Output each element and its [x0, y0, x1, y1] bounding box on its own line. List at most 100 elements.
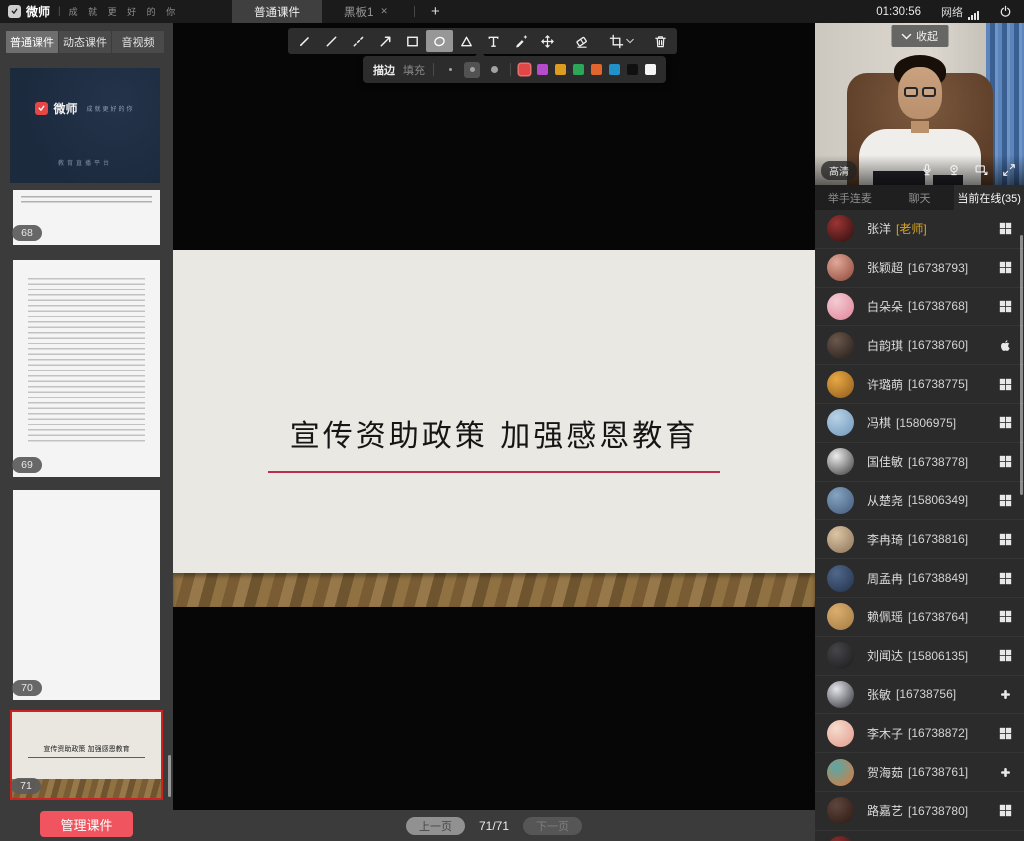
sidebar-tab-dynamic[interactable]: 动态课件 — [59, 31, 111, 53]
stroke-size-options — [442, 62, 502, 78]
avatar — [827, 759, 854, 786]
tab-separator — [414, 6, 415, 17]
screen-share-icon[interactable] — [974, 163, 989, 177]
sidebar-scrollbar[interactable] — [168, 755, 171, 797]
cover-logo-icon — [35, 102, 48, 115]
user-id: [16738872] — [908, 726, 968, 740]
avatar — [827, 720, 854, 747]
thumbnail-page-69[interactable]: 69 — [13, 260, 160, 477]
user-id: [16738775] — [908, 377, 968, 391]
collapse-video-button[interactable]: 收起 — [891, 25, 948, 47]
thumbnail-page-68[interactable]: 68 — [13, 190, 160, 245]
mobile-device-icon — [999, 688, 1012, 701]
user-row[interactable]: 刘闻达 [15806135] — [815, 637, 1024, 676]
windows-icon — [999, 494, 1012, 507]
user-row[interactable]: 张洋 [老师] — [815, 210, 1024, 249]
text-tool[interactable] — [480, 30, 507, 52]
tab-online-users[interactable]: 当前在线(35) — [954, 185, 1024, 210]
microphone-icon[interactable] — [920, 163, 934, 177]
tab-blackboard-1[interactable]: 黑板1 ✕ — [322, 0, 410, 23]
device-icon-slot — [999, 766, 1012, 779]
user-name: 路嘉艺 — [867, 802, 903, 819]
new-tab-button[interactable]: + — [431, 3, 440, 20]
manage-courseware-button[interactable]: 管理课件 — [40, 811, 133, 837]
user-id: [16738756] — [896, 687, 956, 701]
ellipse-tool[interactable] — [426, 30, 453, 52]
color-swatch[interactable] — [645, 64, 656, 75]
rectangle-tool[interactable] — [399, 30, 426, 52]
screenshot-crop-tool[interactable] — [602, 30, 640, 52]
pen-tool[interactable] — [291, 30, 318, 52]
user-row[interactable]: 李木子 [16738872] — [815, 714, 1024, 753]
thumbnail-cover[interactable]: 微师 成就更好的你 教育直播平台 — [10, 68, 160, 183]
user-row[interactable]: 周孟冉 [16738849] — [815, 559, 1024, 598]
user-row[interactable]: 从楚尧 [15806349] — [815, 482, 1024, 521]
fill-label[interactable]: 填充 — [403, 62, 425, 78]
move-tool[interactable] — [534, 30, 561, 52]
user-row[interactable]: 白韵琪 [16738760] — [815, 326, 1024, 365]
marker-tool[interactable] — [507, 30, 534, 52]
color-swatch[interactable] — [573, 64, 584, 75]
eraser-tool[interactable] — [568, 30, 595, 52]
slide-canvas[interactable]: 宣传资助政策 加强感恩教育 — [173, 250, 815, 607]
user-id: [15806135] — [908, 649, 968, 663]
user-row[interactable]: 张颖超 [16738793] — [815, 249, 1024, 288]
user-row[interactable]: 赖佩瑶 [16738764] — [815, 598, 1024, 637]
color-swatch[interactable] — [537, 64, 548, 75]
thumbnail-page-71-selected[interactable]: 宣传资助政策 加强感恩教育 71 — [10, 710, 163, 800]
line-tool[interactable] — [318, 30, 345, 52]
color-swatch[interactable] — [627, 64, 638, 75]
user-id: [15806349] — [908, 493, 968, 507]
courseware-sidebar: 普通课件 动态课件 音视频 微师 成就更好的你 教育直播平台 68 69 70 — [0, 23, 173, 841]
user-row[interactable]: 李冉琦 [16738816] — [815, 520, 1024, 559]
user-row[interactable]: 贺海茹 [16738761] — [815, 753, 1024, 792]
thumbnail-underline — [28, 757, 144, 758]
cover-slogan: 成就更好的你 — [87, 104, 135, 113]
user-row[interactable]: 张敏 [16738756] — [815, 676, 1024, 715]
user-row[interactable]: 路嘉艺 [16738780] — [815, 792, 1024, 831]
thumbnail-page-70[interactable]: 70 — [13, 490, 160, 700]
user-row[interactable]: 冯棋 [15806975] — [815, 404, 1024, 443]
prev-page-button[interactable]: 上一页 — [406, 817, 465, 835]
size-small[interactable] — [442, 62, 458, 78]
color-swatches — [519, 64, 656, 75]
close-tab-icon[interactable]: ✕ — [380, 6, 388, 17]
stroke-label[interactable]: 描边 — [373, 62, 395, 78]
user-row[interactable]: 国佳敏 [16738778] — [815, 443, 1024, 482]
panel-tab-strip: 举手连麦 聊天 当前在线(35) — [815, 185, 1024, 210]
size-large[interactable] — [486, 62, 502, 78]
webcam-icon[interactable] — [947, 163, 961, 177]
color-swatch[interactable] — [519, 64, 530, 75]
user-row[interactable] — [815, 831, 1024, 841]
triangle-tool[interactable] — [453, 30, 480, 52]
teacher-glasses — [901, 87, 939, 98]
page-indicator: 71/71 — [479, 819, 509, 833]
dashed-line-tool[interactable] — [345, 30, 372, 52]
avatar — [827, 215, 854, 242]
size-medium[interactable] — [464, 62, 480, 78]
power-icon[interactable] — [999, 5, 1012, 18]
avatar — [827, 836, 854, 841]
user-row[interactable]: 白朵朵 [16738768] — [815, 288, 1024, 327]
sidebar-tab-normal[interactable]: 普通课件 — [6, 31, 58, 53]
color-swatch[interactable] — [609, 64, 620, 75]
color-swatch[interactable] — [591, 64, 602, 75]
avatar — [827, 409, 854, 436]
user-name: 周孟冉 — [867, 570, 903, 587]
next-page-button[interactable]: 下一页 — [523, 817, 582, 835]
sidebar-tab-av[interactable]: 音视频 — [112, 31, 164, 53]
color-swatch[interactable] — [555, 64, 566, 75]
tab-raise-hand[interactable]: 举手连麦 — [815, 185, 885, 210]
tab-chat[interactable]: 聊天 — [885, 185, 955, 210]
user-list-scrollbar[interactable] — [1020, 235, 1023, 495]
video-controls: 高清 — [815, 155, 1024, 185]
avatar — [827, 371, 854, 398]
trash-tool[interactable] — [647, 30, 674, 52]
signal-bars-icon — [968, 10, 979, 20]
user-row[interactable]: 许璐萌 [16738775] — [815, 365, 1024, 404]
fullscreen-icon[interactable] — [1002, 163, 1016, 177]
tab-normal-courseware[interactable]: 普通课件 — [232, 0, 322, 23]
user-name: 国佳敏 — [867, 453, 903, 470]
network-status: 网络 — [941, 4, 979, 20]
arrow-tool[interactable] — [372, 30, 399, 52]
